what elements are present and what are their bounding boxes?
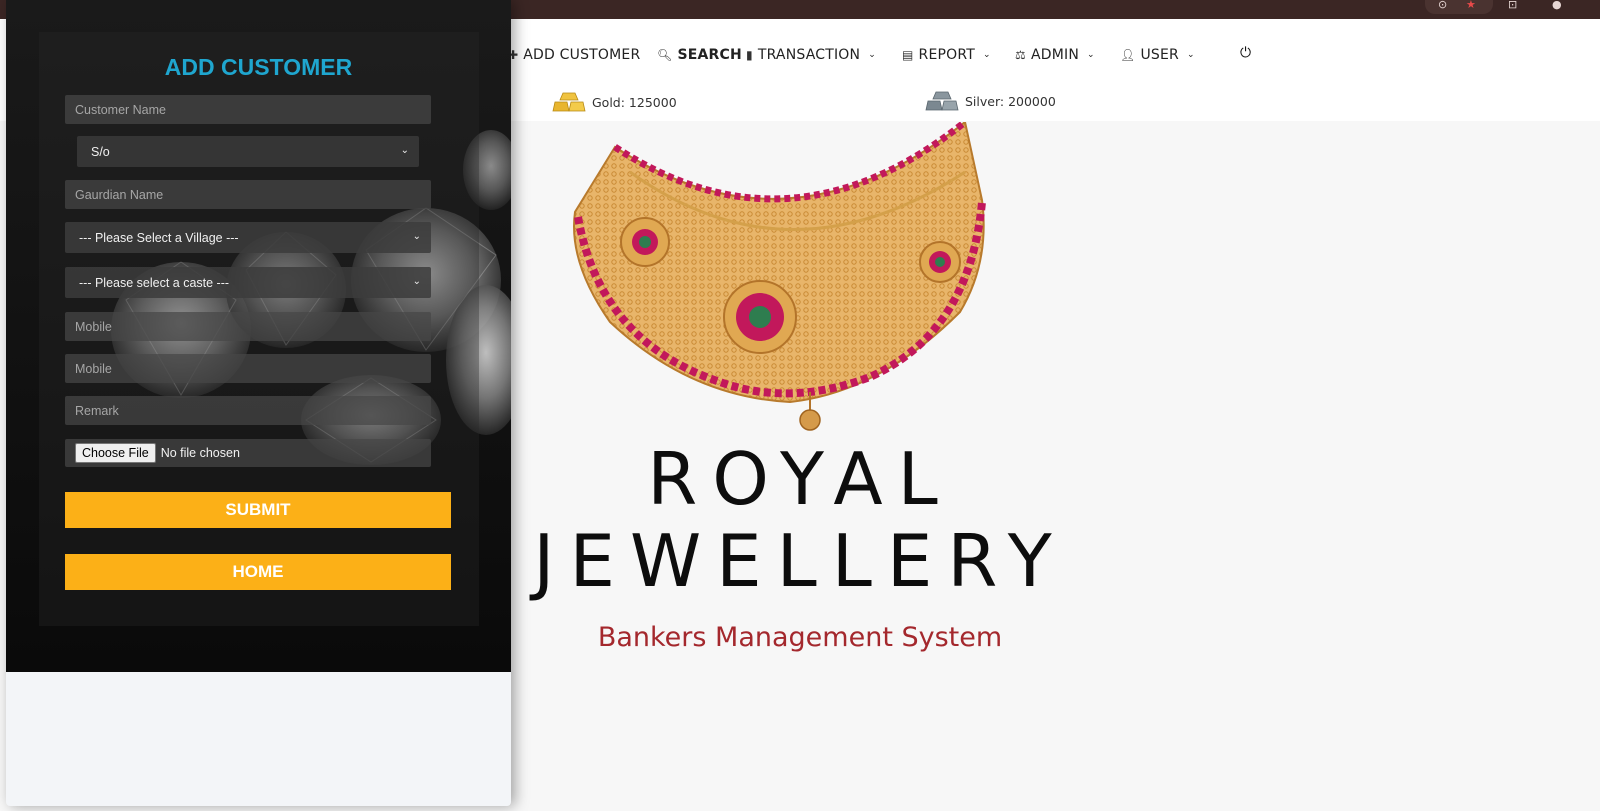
village-select[interactable]: --- Please Select a Village --- ⌄ (65, 222, 431, 253)
necklace-image (573, 122, 986, 431)
nav-report-label: REPORT (918, 47, 976, 63)
chevron-down-icon: ⌄ (1087, 50, 1095, 60)
silver-bars-icon (925, 91, 959, 111)
customer-name-input[interactable] (65, 95, 431, 124)
chevron-down-icon: ⌄ (868, 50, 876, 60)
silver-rate-text: Silver: 200000 (965, 93, 1056, 109)
chevron-down-icon: ⌄ (983, 50, 991, 60)
star-icon[interactable]: ★ (1466, 0, 1476, 10)
caste-select-value: --- Please select a caste --- (79, 275, 230, 290)
incognito-icon[interactable]: ⊙ (1438, 0, 1447, 10)
profile-icon[interactable]: ● (1552, 0, 1562, 10)
submit-button[interactable]: SUBMIT (65, 492, 451, 528)
gold-rate-text: Gold: 125000 (592, 94, 677, 110)
nav-search[interactable]: 🔍︎ SEARCH (657, 45, 742, 65)
power-icon[interactable]: ⏻ (1240, 45, 1251, 61)
brand-title-line2: JEWELLERY (533, 519, 1067, 603)
remark-input[interactable] (65, 396, 431, 425)
nav-transaction[interactable]: ▮ TRANSACTION ⌄ (746, 45, 876, 65)
gold-bars-icon (552, 92, 586, 112)
nav-user-label: USER (1140, 47, 1179, 63)
nav-add-customer[interactable]: ✚ ADD CUSTOMER (508, 45, 640, 65)
relation-select[interactable]: S/o ⌄ (77, 136, 419, 167)
brand-title-line1: ROYAL (647, 437, 953, 521)
toolbar-pill (1425, 0, 1493, 14)
mobile-input-2[interactable] (65, 354, 431, 383)
choose-file-button[interactable]: Choose File (75, 443, 156, 463)
caste-select[interactable]: --- Please select a caste --- ⌄ (65, 267, 431, 298)
nav-add-customer-label: ADD CUSTOMER (523, 47, 641, 63)
relation-select-value: S/o (91, 144, 110, 159)
nav-user[interactable]: 👤︎ USER ⌄ (1120, 45, 1195, 65)
balance-scale-icon: ⚖ (1015, 48, 1026, 62)
guardian-name-input[interactable] (65, 180, 431, 209)
home-button[interactable]: HOME (65, 554, 451, 590)
form-title: ADD CUSTOMER (164, 54, 353, 80)
user-icon: 👤︎ (1120, 48, 1136, 62)
chevron-down-icon: ⌄ (412, 276, 421, 287)
newspaper-icon: ▤ (902, 48, 914, 62)
bar-chart-icon: ▮ (746, 48, 753, 62)
file-status-text: No file chosen (160, 446, 240, 460)
nav-transaction-label: TRANSACTION (757, 47, 861, 63)
brand-tagline: Bankers Management System (597, 622, 1003, 653)
search-icon: 🔍︎ (657, 48, 673, 62)
nav-report[interactable]: ▤ REPORT ⌄ (902, 45, 991, 65)
village-select-value: --- Please Select a Village --- (79, 230, 239, 245)
chevron-down-icon: ⌄ (400, 145, 409, 156)
photo-file-input: Choose File No file chosen (65, 439, 431, 467)
extension-icon[interactable]: ⊡ (1508, 0, 1517, 10)
nav-admin-label: ADMIN (1030, 47, 1080, 63)
gold-rate: Gold: 125000 (552, 91, 677, 113)
chevron-down-icon: ⌄ (1186, 50, 1195, 60)
silver-rate: Silver: 200000 (925, 91, 1056, 111)
mobile-input-1[interactable] (65, 312, 431, 341)
chevron-down-icon: ⌄ (412, 231, 421, 242)
nav-admin[interactable]: ⚖ ADMIN ⌄ (1015, 45, 1095, 65)
nav-search-label: SEARCH (677, 47, 742, 63)
add-customer-popup: ADD CUSTOMER S/o ⌄ --- Please Select a V… (6, 0, 511, 806)
